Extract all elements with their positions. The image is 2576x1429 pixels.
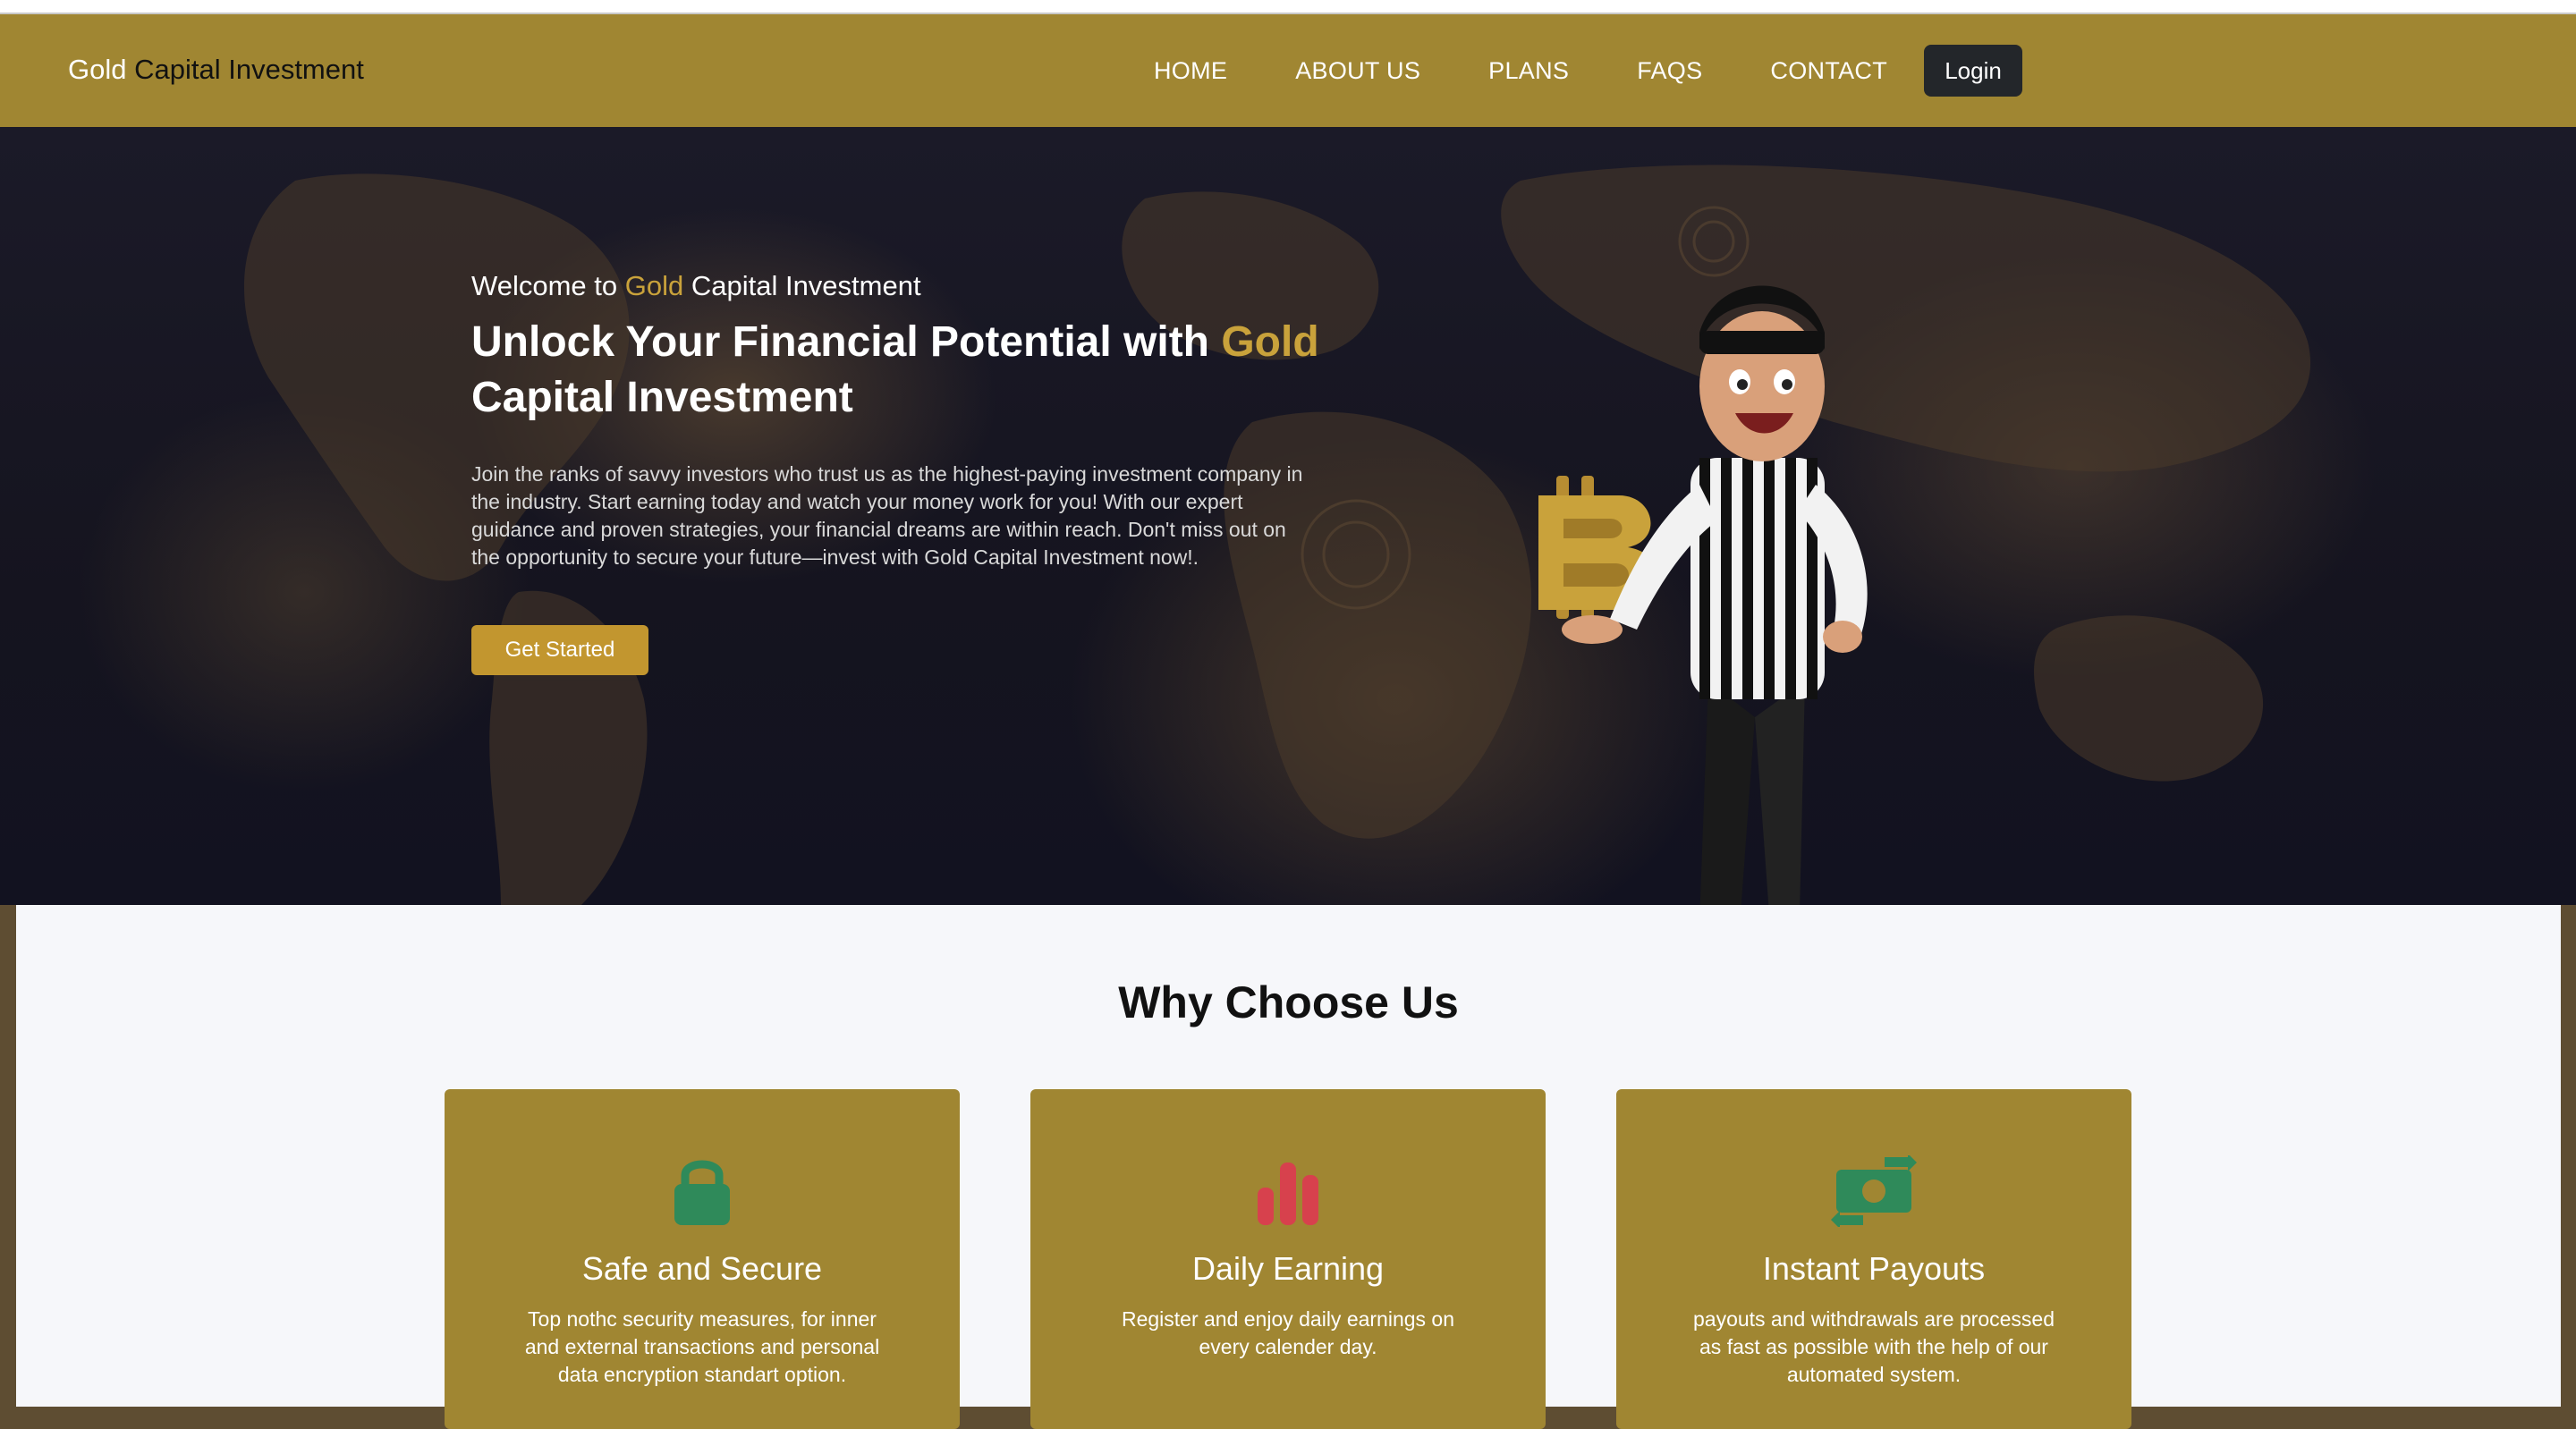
nav-contact[interactable]: CONTACT [1770,57,1887,85]
feature-card-description: Top nothc security measures, for inner a… [524,1307,880,1386]
nav-faqs[interactable]: FAQS [1637,57,1702,85]
why-choose-us-section: Why Choose Us Safe and Secure Top nothc … [16,905,2561,1429]
browser-top-strip [0,0,2576,14]
brand-name-rest: Capital Investment [134,54,364,85]
feature-card-description: payouts and withdrawals are processed as… [1692,1307,2055,1386]
feature-card-title: Daily Earning [1191,1250,1385,1287]
feature-card-instant-payouts: Instant Payouts payouts and withdrawals … [1616,1089,2131,1429]
welcome-suffix: Capital Investment [691,270,921,301]
feature-card-title: Safe and Secure [581,1250,823,1287]
feature-card-title: Instant Payouts [1762,1250,1986,1287]
welcome-prefix: Welcome to [471,270,618,301]
hero-title-highlight: Gold [1221,318,1319,366]
nav-menu: HOME ABOUT US PLANS FAQS CONTACT [1154,14,1887,127]
feature-card-daily-earning: Daily Earning Register and enjoy daily e… [1030,1089,1546,1429]
brand-gold-word: Gold [68,54,127,85]
hero-title-suffix: Capital Investment [471,374,853,421]
hero-section: Welcome to Gold Capital Investment Unloc… [0,127,2576,905]
feature-card-safe-secure: Safe and Secure Top nothc security measu… [445,1089,960,1429]
lock-icon [445,1155,960,1227]
get-started-button[interactable]: Get Started [471,625,648,675]
bar-chart-icon [1030,1155,1546,1227]
hero-title-prefix: Unlock Your Financial Potential with [471,318,1209,366]
feature-card-description: Register and enjoy daily earnings on eve… [1121,1307,1455,1358]
welcome-highlight: Gold [624,270,684,301]
money-exchange-icon [1616,1155,2131,1227]
nav-home[interactable]: HOME [1154,57,1227,85]
login-button[interactable]: Login [1924,45,2022,97]
nav-about-us[interactable]: ABOUT US [1295,57,1420,85]
hero-welcome-text: Welcome to Gold Capital Investment [471,270,921,302]
hero-description: Join the ranks of savvy investors who tr… [471,462,1303,569]
nav-plans[interactable]: PLANS [1488,57,1569,85]
referee-mascot-image [1538,285,1868,905]
hero-title: Unlock Your Financial Potential with Gol… [471,315,1330,426]
why-choose-us-title: Why Choose Us [1118,977,1459,1027]
brand-logo[interactable]: Gold Capital Investment [68,54,364,86]
navbar: Gold Capital Investment HOME ABOUT US PL… [0,14,2576,127]
